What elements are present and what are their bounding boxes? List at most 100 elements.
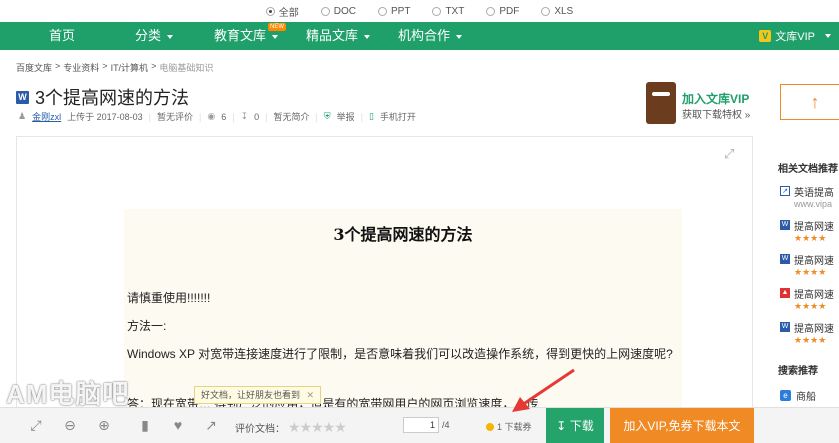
word-doc-icon: W: [780, 220, 790, 230]
eye-icon: ◉: [207, 111, 216, 121]
mobile-open-link[interactable]: 手机打开: [380, 110, 416, 123]
bookmark-icon[interactable]: ▮: [137, 417, 153, 433]
nav-premium[interactable]: 精品文库: [292, 22, 384, 50]
expand-icon[interactable]: ⤢: [28, 417, 44, 433]
heart-icon[interactable]: ♥: [170, 417, 186, 433]
breadcrumb-item[interactable]: 专业资料: [63, 61, 99, 74]
download-count: 0: [254, 111, 260, 122]
bottom-toolbar: ⤢ ⊖ ⊕ ▮ ♥ ↗ 评价文档： ★★★★★ 1 /4 1 下载券 ↧ 下载 …: [0, 407, 839, 443]
main-nav: 首页 分类 教育文库 NEW 精品文库 机构合作 V 文库VIP: [0, 22, 839, 50]
rating-text: 暂无评价: [156, 112, 193, 122]
breadcrumb-item[interactable]: IT/计算机: [111, 61, 149, 74]
nav-institution[interactable]: 机构合作: [384, 22, 476, 50]
word-doc-icon: W: [780, 254, 790, 264]
coin-icon: [486, 422, 494, 431]
related-heading: 相关文档推荐: [778, 164, 838, 175]
search-recommend-item[interactable]: e 商船: [780, 388, 816, 403]
filter-all[interactable]: 全部: [265, 4, 299, 19]
breadcrumb-item[interactable]: 百度文库: [16, 61, 52, 74]
filter-ppt[interactable]: PPT: [377, 6, 410, 17]
shield-icon: ⛨: [323, 111, 331, 121]
upload-date: 上传于 2017-08-03: [67, 112, 143, 122]
chevron-right-icon: >: [102, 61, 108, 71]
zoom-in-icon[interactable]: ⊕: [96, 417, 112, 433]
download-icon: ↧: [556, 419, 567, 433]
filter-doc[interactable]: DOC: [320, 6, 356, 17]
filter-pdf[interactable]: PDF: [486, 6, 519, 17]
search-engine-icon: e: [780, 390, 791, 401]
breadcrumb-item[interactable]: 电脑基础知识: [159, 61, 213, 74]
share-tooltip: 好文档，让好朋友也看到 ✕: [194, 386, 322, 404]
upload-icon: ↑: [810, 92, 820, 112]
watermark: AM电脑吧: [6, 379, 130, 409]
doc-meta: ♟ 金刚zxl 上传于 2017-08-03 | 暂无评价 | ◉ 6 | ↧ …: [18, 110, 416, 123]
vip-download-button[interactable]: 加入VIP,免券下载本文: [610, 408, 754, 443]
related-item[interactable]: W 提高网速 ★★★★: [778, 320, 839, 354]
search-recommend-heading: 搜索推荐: [778, 366, 818, 377]
radio-icon: [320, 6, 330, 16]
page-title: 3个提高网速的方法: [35, 88, 190, 108]
download-ticket: 1 下载券: [486, 420, 532, 433]
upload-button[interactable]: ↑: [780, 84, 839, 120]
chevron-down-icon: [825, 34, 831, 38]
chevron-right-icon: >: [151, 61, 157, 71]
page-total: /4: [442, 420, 450, 430]
promo-title: 加入文库VIP: [682, 92, 750, 106]
related-item[interactable]: W 提高网速 ★★★★: [778, 218, 839, 252]
radio-icon: [377, 6, 387, 16]
radio-icon: [541, 6, 551, 16]
share-icon[interactable]: ↗: [203, 417, 219, 433]
breadcrumb: 百度文库 > 专业资料 > IT/计算机 > 电脑基础知识: [16, 61, 213, 74]
nav-home[interactable]: 首页: [16, 22, 108, 50]
rate-document: 评价文档： ★★★★★: [235, 419, 347, 436]
filter-xls[interactable]: XLS: [541, 6, 573, 17]
related-docs: 相关文档推荐 ↗ 英语提高 www.vipa W 提高网速 ★★★★ W 提高网…: [778, 160, 839, 354]
related-item[interactable]: ▲ 提高网速 ★★★★: [778, 286, 839, 320]
book-mascot-icon: [646, 82, 676, 124]
fullscreen-icon[interactable]: ⤢: [724, 147, 738, 161]
page-line: Windows XP 对宽带连接速度进行了限制，是否意味着我们可以改造操作系统，…: [127, 347, 673, 361]
divider: |: [315, 111, 318, 122]
chevron-down-icon: [364, 34, 370, 39]
divider: |: [360, 111, 363, 122]
divider: |: [265, 111, 268, 122]
divider: |: [148, 111, 151, 122]
word-doc-icon: W: [16, 90, 29, 104]
page-heading: 3个提高网速的方法: [333, 225, 473, 244]
nav-vip[interactable]: V 文库VIP: [759, 22, 831, 50]
nav-education[interactable]: 教育文库 NEW: [200, 22, 292, 50]
vip-icon: V: [759, 30, 772, 42]
author-link[interactable]: 金刚zxl: [32, 110, 61, 123]
page-line: 方法一:: [127, 319, 167, 333]
link-icon: ↗: [780, 186, 790, 196]
page-line: 请慎重使用!!!!!!!: [127, 291, 211, 305]
close-icon[interactable]: ✕: [307, 390, 315, 400]
divider: |: [198, 111, 202, 122]
word-doc-icon: W: [780, 322, 790, 332]
summary-text: 暂无简介: [273, 112, 310, 122]
chevron-down-icon: [167, 34, 173, 39]
pdf-doc-icon: ▲: [780, 288, 790, 298]
related-item[interactable]: ↗ 英语提高 www.vipa: [778, 184, 839, 218]
report-link[interactable]: 举报: [337, 110, 355, 123]
radio-icon: [265, 6, 275, 16]
divider: |: [232, 111, 235, 122]
page-number-input[interactable]: 1: [403, 417, 439, 433]
related-item[interactable]: W 提高网速 ★★★★: [778, 252, 839, 286]
nav-category[interactable]: 分类: [108, 22, 200, 50]
radio-icon: [486, 6, 496, 16]
doc-title-row: W 3个提高网速的方法: [16, 84, 189, 110]
user-icon: ♟: [18, 111, 27, 121]
annotation-arrow-icon: [512, 368, 575, 412]
filter-txt[interactable]: TXT: [432, 6, 464, 17]
zoom-out-icon[interactable]: ⊖: [62, 417, 78, 433]
download-icon: ↧: [240, 111, 249, 121]
radio-icon: [432, 6, 442, 16]
view-count: 6: [221, 111, 227, 122]
star-rating[interactable]: ★★★★★: [288, 419, 347, 436]
chevron-down-icon: [456, 34, 462, 39]
phone-icon: ▯: [368, 111, 374, 121]
vip-promo[interactable]: 加入文库VIP 获取下载特权 »: [642, 80, 762, 130]
chevron-right-icon: >: [55, 61, 61, 71]
